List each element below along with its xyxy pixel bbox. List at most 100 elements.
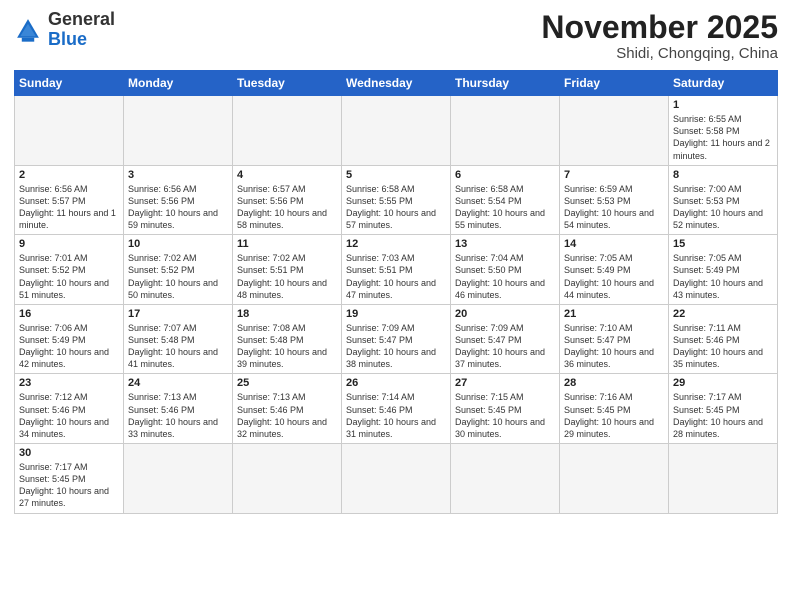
calendar-cell [233, 444, 342, 514]
day-info: Sunrise: 7:02 AM Sunset: 5:51 PM Dayligh… [237, 252, 337, 301]
calendar-cell: 23 Sunrise: 7:12 AM Sunset: 5:46 PM Dayli… [15, 374, 124, 444]
calendar-cell [342, 444, 451, 514]
day-number: 16 [19, 308, 119, 320]
day-number: 24 [128, 377, 228, 389]
calendar-cell: 12 Sunrise: 7:03 AM Sunset: 5:51 PM Dayli… [342, 235, 451, 305]
day-info: Sunrise: 6:58 AM Sunset: 5:55 PM Dayligh… [346, 183, 446, 232]
calendar-cell [342, 96, 451, 166]
day-number: 12 [346, 238, 446, 250]
header-monday: Monday [124, 71, 233, 96]
day-number: 9 [19, 238, 119, 250]
calendar-cell: 3 Sunrise: 6:56 AM Sunset: 5:56 PM Daylig… [124, 165, 233, 235]
calendar-cell [124, 96, 233, 166]
calendar-cell: 8 Sunrise: 7:00 AM Sunset: 5:53 PM Daylig… [669, 165, 778, 235]
header-tuesday: Tuesday [233, 71, 342, 96]
calendar-cell [669, 444, 778, 514]
day-number: 20 [455, 308, 555, 320]
day-info: Sunrise: 7:16 AM Sunset: 5:45 PM Dayligh… [564, 391, 664, 440]
day-number: 23 [19, 377, 119, 389]
calendar-cell: 15 Sunrise: 7:05 AM Sunset: 5:49 PM Dayli… [669, 235, 778, 305]
day-number: 4 [237, 169, 337, 181]
day-number: 8 [673, 169, 773, 181]
day-info: Sunrise: 7:06 AM Sunset: 5:49 PM Dayligh… [19, 322, 119, 371]
location: Shidi, Chongqing, China [541, 45, 778, 62]
day-number: 2 [19, 169, 119, 181]
calendar-cell [15, 96, 124, 166]
day-number: 17 [128, 308, 228, 320]
calendar-cell: 20 Sunrise: 7:09 AM Sunset: 5:47 PM Dayli… [451, 304, 560, 374]
calendar-cell: 1Sunrise: 6:55 AM Sunset: 5:58 PM Daylig… [669, 96, 778, 166]
day-number: 11 [237, 238, 337, 250]
day-info: Sunrise: 7:08 AM Sunset: 5:48 PM Dayligh… [237, 322, 337, 371]
day-info: Sunrise: 7:04 AM Sunset: 5:50 PM Dayligh… [455, 252, 555, 301]
day-number: 25 [237, 377, 337, 389]
calendar-week-row: 2 Sunrise: 6:56 AM Sunset: 5:57 PM Daylig… [15, 165, 778, 235]
calendar-week-row: 1Sunrise: 6:55 AM Sunset: 5:58 PM Daylig… [15, 96, 778, 166]
day-info: Sunrise: 7:09 AM Sunset: 5:47 PM Dayligh… [455, 322, 555, 371]
day-number: 18 [237, 308, 337, 320]
header: General Blue November 2025 Shidi, Chongq… [14, 10, 778, 62]
day-number: 26 [346, 377, 446, 389]
calendar-week-row: 23 Sunrise: 7:12 AM Sunset: 5:46 PM Dayli… [15, 374, 778, 444]
calendar-week-row: 16 Sunrise: 7:06 AM Sunset: 5:49 PM Dayli… [15, 304, 778, 374]
logo-general: General [48, 9, 115, 29]
calendar-cell [233, 96, 342, 166]
day-info: Sunrise: 7:11 AM Sunset: 5:46 PM Dayligh… [673, 322, 773, 371]
day-info: Sunrise: 7:01 AM Sunset: 5:52 PM Dayligh… [19, 252, 119, 301]
calendar-cell: 25 Sunrise: 7:13 AM Sunset: 5:46 PM Dayli… [233, 374, 342, 444]
header-thursday: Thursday [451, 71, 560, 96]
logo-blue: Blue [48, 29, 87, 49]
day-info: Sunrise: 7:09 AM Sunset: 5:47 PM Dayligh… [346, 322, 446, 371]
day-info: Sunrise: 6:56 AM Sunset: 5:57 PM Dayligh… [19, 183, 119, 232]
day-info: Sunrise: 6:57 AM Sunset: 5:56 PM Dayligh… [237, 183, 337, 232]
day-number: 5 [346, 169, 446, 181]
calendar-cell [451, 96, 560, 166]
day-info: Sunrise: 7:00 AM Sunset: 5:53 PM Dayligh… [673, 183, 773, 232]
day-info: Sunrise: 7:17 AM Sunset: 5:45 PM Dayligh… [19, 461, 119, 510]
calendar-cell: 5 Sunrise: 6:58 AM Sunset: 5:55 PM Daylig… [342, 165, 451, 235]
day-info: Sunrise: 7:07 AM Sunset: 5:48 PM Dayligh… [128, 322, 228, 371]
day-number: 27 [455, 377, 555, 389]
day-info: Sunrise: 7:17 AM Sunset: 5:45 PM Dayligh… [673, 391, 773, 440]
day-info: Sunrise: 7:13 AM Sunset: 5:46 PM Dayligh… [237, 391, 337, 440]
day-number: 29 [673, 377, 773, 389]
calendar-cell [451, 444, 560, 514]
calendar-cell: 28 Sunrise: 7:16 AM Sunset: 5:45 PM Dayli… [560, 374, 669, 444]
day-info: Sunrise: 7:10 AM Sunset: 5:47 PM Dayligh… [564, 322, 664, 371]
calendar-cell: 10 Sunrise: 7:02 AM Sunset: 5:52 PM Dayli… [124, 235, 233, 305]
day-number: 28 [564, 377, 664, 389]
logo-text: General Blue [48, 10, 115, 50]
header-saturday: Saturday [669, 71, 778, 96]
day-info: Sunrise: 6:55 AM Sunset: 5:58 PM Dayligh… [673, 113, 773, 162]
calendar: Sunday Monday Tuesday Wednesday Thursday… [14, 70, 778, 513]
day-number: 10 [128, 238, 228, 250]
calendar-cell [124, 444, 233, 514]
day-number: 14 [564, 238, 664, 250]
calendar-cell: 17 Sunrise: 7:07 AM Sunset: 5:48 PM Dayli… [124, 304, 233, 374]
day-number: 13 [455, 238, 555, 250]
day-number: 7 [564, 169, 664, 181]
calendar-cell: 16 Sunrise: 7:06 AM Sunset: 5:49 PM Dayli… [15, 304, 124, 374]
calendar-cell [560, 444, 669, 514]
calendar-cell: 27Sunrise: 7:15 AM Sunset: 5:45 PM Dayli… [451, 374, 560, 444]
day-number: 19 [346, 308, 446, 320]
calendar-cell: 6Sunrise: 6:58 AM Sunset: 5:54 PM Daylig… [451, 165, 560, 235]
day-info: Sunrise: 7:05 AM Sunset: 5:49 PM Dayligh… [673, 252, 773, 301]
month-title: November 2025 [541, 10, 778, 45]
day-info: Sunrise: 7:03 AM Sunset: 5:51 PM Dayligh… [346, 252, 446, 301]
day-info: Sunrise: 7:02 AM Sunset: 5:52 PM Dayligh… [128, 252, 228, 301]
day-info: Sunrise: 6:59 AM Sunset: 5:53 PM Dayligh… [564, 183, 664, 232]
day-number: 22 [673, 308, 773, 320]
calendar-cell: 4 Sunrise: 6:57 AM Sunset: 5:56 PM Daylig… [233, 165, 342, 235]
title-block: November 2025 Shidi, Chongqing, China [541, 10, 778, 62]
day-info: Sunrise: 7:12 AM Sunset: 5:46 PM Dayligh… [19, 391, 119, 440]
general-blue-icon [14, 16, 42, 44]
calendar-cell: 9 Sunrise: 7:01 AM Sunset: 5:52 PM Daylig… [15, 235, 124, 305]
calendar-week-row: 30Sunrise: 7:17 AM Sunset: 5:45 PM Dayli… [15, 444, 778, 514]
calendar-cell: 2 Sunrise: 6:56 AM Sunset: 5:57 PM Daylig… [15, 165, 124, 235]
calendar-cell: 13 Sunrise: 7:04 AM Sunset: 5:50 PM Dayli… [451, 235, 560, 305]
day-info: Sunrise: 6:56 AM Sunset: 5:56 PM Dayligh… [128, 183, 228, 232]
day-number: 3 [128, 169, 228, 181]
day-number: 15 [673, 238, 773, 250]
day-number: 6 [455, 169, 555, 181]
